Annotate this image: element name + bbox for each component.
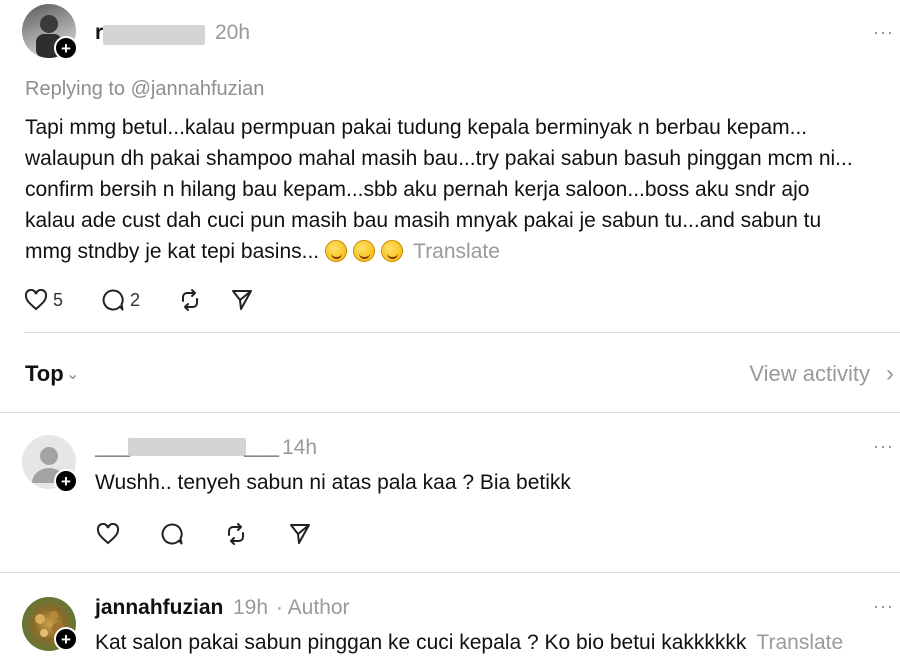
view-activity-link[interactable]: View activity <box>749 361 870 387</box>
comment-timestamp[interactable]: 14h <box>282 436 317 460</box>
chevron-down-icon[interactable]: ⌄ <box>66 364 79 384</box>
emoji-grin-icon <box>353 240 376 262</box>
repost-icon <box>228 523 244 545</box>
post-body-line: confirm bersih n hilang bau kepam...sbb … <box>25 178 810 201</box>
more-options-icon[interactable]: ··· <box>873 22 894 43</box>
emoji-grin-icon <box>381 240 404 262</box>
post-author-avatar[interactable]: + <box>22 4 78 60</box>
divider <box>0 412 900 413</box>
reply-button[interactable] <box>160 522 184 546</box>
replying-to-label[interactable]: Replying to @jannahfuzian <box>25 78 264 101</box>
redacted-username-blur <box>103 25 205 45</box>
chevron-right-icon[interactable]: › <box>886 360 894 388</box>
repost-button[interactable] <box>178 288 202 312</box>
post-body-line: kalau ade cust dah cuci pun masih bau ma… <box>25 209 822 232</box>
comment-avatar[interactable]: + <box>22 597 78 651</box>
comment-text: Kat salon pakai sabun pinggan ke cuci ke… <box>95 631 747 654</box>
like-button[interactable]: 5 <box>24 289 63 311</box>
post-body-last-line: mmg stndby je kat tepi basins... Translat… <box>25 236 895 267</box>
post-actions: 5 2 <box>24 288 282 312</box>
share-button[interactable] <box>230 288 254 312</box>
post-username[interactable]: r <box>95 21 103 45</box>
share-button[interactable] <box>288 522 312 546</box>
share-icon <box>290 524 310 544</box>
more-options-icon[interactable]: ··· <box>873 596 894 617</box>
heart-icon <box>24 289 48 311</box>
comment-username[interactable]: jannahfuzian <box>95 596 223 620</box>
comment-actions <box>96 522 340 546</box>
sort-dropdown-label[interactable]: Top <box>25 361 64 387</box>
reply-count: 2 <box>130 289 141 310</box>
emoji-grin-icon <box>325 240 348 262</box>
follow-plus-icon[interactable]: + <box>54 627 78 651</box>
repost-icon <box>182 289 199 311</box>
comment-avatar[interactable]: + <box>22 435 78 493</box>
thread-page: + r 20h ··· Replying to @jannahfuzian Ta… <box>0 0 900 670</box>
comment-icon <box>161 523 183 545</box>
comment-text: Wushh.. tenyeh sabun ni atas pala kaa ? … <box>95 471 571 494</box>
post-body-line: walaupun dh pakai shampoo mahal masih ba… <box>25 147 853 170</box>
author-badge: · Author <box>276 596 350 619</box>
comment-timestamp[interactable]: 19h <box>233 596 268 620</box>
like-button[interactable] <box>96 523 120 545</box>
like-count: 5 <box>53 289 64 310</box>
share-icon <box>232 290 253 310</box>
comment-icon <box>102 289 124 311</box>
post-timestamp[interactable]: 20h <box>215 21 250 45</box>
translate-link[interactable]: Translate <box>413 240 500 263</box>
heart-icon <box>96 523 120 545</box>
repost-button[interactable] <box>224 522 248 546</box>
divider <box>0 572 900 573</box>
more-options-icon[interactable]: ··· <box>873 436 894 457</box>
follow-plus-icon[interactable]: + <box>54 36 78 60</box>
translate-link[interactable]: Translate <box>756 631 843 654</box>
divider <box>24 332 900 333</box>
comment-username-tail[interactable]: ___ <box>244 436 279 460</box>
post-body-line: Tapi mmg betul...kalau permpuan pakai tu… <box>25 116 808 139</box>
post-body-line: mmg stndby je kat tepi basins... <box>25 240 320 263</box>
reply-button[interactable]: 2 <box>101 288 140 312</box>
follow-plus-icon[interactable]: + <box>54 469 78 493</box>
redacted-username-blur <box>128 438 246 456</box>
comment-text-row: Kat salon pakai sabun pinggan ke cuci ke… <box>95 631 843 655</box>
comment-username[interactable]: ___ <box>95 436 130 460</box>
post-body: Tapi mmg betul...kalau permpuan pakai tu… <box>25 112 895 267</box>
